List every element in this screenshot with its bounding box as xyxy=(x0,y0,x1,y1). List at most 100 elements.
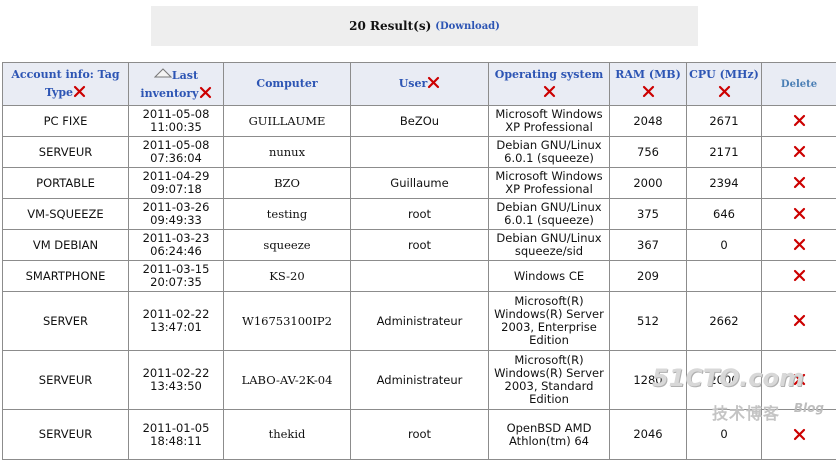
column-label-tag-type[interactable]: Account info: Tag Type xyxy=(11,68,119,99)
computer-link[interactable]: BZO xyxy=(274,176,300,190)
ram-cell: 2046 xyxy=(610,410,687,460)
column-label-ram[interactable]: RAM (MB) xyxy=(615,68,681,81)
last-inventory-cell: 2011-04-2909:07:18 xyxy=(129,168,224,199)
table-row: VM-SQUEEZE2011-03-2609:49:33testingrootD… xyxy=(3,199,836,230)
delete-icon[interactable] xyxy=(793,314,806,327)
computer-link[interactable]: W16753100IP2 xyxy=(242,314,332,328)
remove-column-icon[interactable] xyxy=(642,85,655,98)
delete-cell xyxy=(762,168,836,199)
remove-column-icon[interactable] xyxy=(199,86,212,99)
os-line: XP Professional xyxy=(505,182,593,196)
user-cell: Administrateur xyxy=(351,351,489,410)
tag-type-cell: PORTABLE xyxy=(3,168,129,199)
tag-type-cell: VM-SQUEEZE xyxy=(3,199,129,230)
os-line: 2003, Enterprise xyxy=(501,320,597,334)
computer-link[interactable]: testing xyxy=(267,207,307,221)
computer-cell: W16753100IP2 xyxy=(224,292,351,351)
delete-icon[interactable] xyxy=(793,428,806,441)
remove-column-icon[interactable] xyxy=(718,85,731,98)
user-value: Guillaume xyxy=(390,176,448,190)
column-label-computer[interactable]: Computer xyxy=(256,77,317,90)
remove-column-icon[interactable] xyxy=(427,76,440,89)
tag-type-value: SERVEUR xyxy=(39,145,92,159)
os-line: Debian GNU/Linux xyxy=(496,231,601,245)
os-cell: Microsoft WindowsXP Professional xyxy=(489,106,610,137)
os-line: 6.0.1 (squeeze) xyxy=(504,213,594,227)
column-header-cpu: CPU (MHz) xyxy=(687,63,762,106)
user-value: Administrateur xyxy=(377,314,463,328)
column-header-last-inventory: Last inventory xyxy=(129,63,224,106)
delete-icon[interactable] xyxy=(793,145,806,158)
os-line: Windows(R) Server xyxy=(494,307,604,321)
os-cell: Microsoft(R)Windows(R) Server2003, Enter… xyxy=(489,292,610,351)
tag-type-value: VM DEBIAN xyxy=(33,238,98,252)
delete-cell xyxy=(762,292,836,351)
inventory-time: 07:36:04 xyxy=(150,151,202,165)
tag-type-value: SMARTPHONE xyxy=(26,269,106,283)
last-inventory-cell: 2011-05-0807:36:04 xyxy=(129,137,224,168)
os-line: OpenBSD AMD xyxy=(507,421,592,435)
last-inventory-cell: 2011-02-2213:47:01 xyxy=(129,292,224,351)
os-line: 6.0.1 (squeeze) xyxy=(504,151,594,165)
delete-cell xyxy=(762,261,836,292)
delete-cell xyxy=(762,106,836,137)
computer-link[interactable]: LABO-AV-2K-04 xyxy=(242,373,333,387)
delete-icon[interactable] xyxy=(793,176,806,189)
tag-type-cell: SERVER xyxy=(3,292,129,351)
column-label-delete: Delete xyxy=(781,79,817,90)
tag-type-cell: SERVEUR xyxy=(3,137,129,168)
inventory-date: 2011-03-23 xyxy=(143,231,210,245)
remove-column-icon[interactable] xyxy=(543,85,556,98)
ram-value: 756 xyxy=(637,145,659,159)
delete-icon[interactable] xyxy=(793,114,806,127)
delete-icon[interactable] xyxy=(793,238,806,251)
column-header-operating-system: Operating system xyxy=(489,63,610,106)
inventory-date: 2011-01-05 xyxy=(143,421,210,435)
ram-cell: 756 xyxy=(610,137,687,168)
os-cell: Microsoft(R)Windows(R) Server2003, Stand… xyxy=(489,351,610,410)
ram-cell: 512 xyxy=(610,292,687,351)
table-row: SERVEUR 2011-05-0807:36:04 nunux Debian GNU… xyxy=(3,137,836,168)
cpu-cell xyxy=(687,261,762,292)
delete-cell xyxy=(762,137,836,168)
tag-type-cell: PC FIXE xyxy=(3,106,129,137)
delete-icon[interactable] xyxy=(793,207,806,220)
user-value: Administrateur xyxy=(377,373,463,387)
watermark-blog: Blog xyxy=(794,401,824,415)
cpu-value: 0 xyxy=(720,427,727,441)
table-row: VM DEBIAN2011-03-2306:24:46squeezerootDe… xyxy=(3,230,836,261)
computer-cell: nunux xyxy=(224,137,351,168)
os-cell: Debian GNU/Linux6.0.1 (squeeze) xyxy=(489,137,610,168)
delete-icon[interactable] xyxy=(793,269,806,282)
ram-cell: 2048 xyxy=(610,106,687,137)
column-label-cpu[interactable]: CPU (MHz) xyxy=(689,68,759,81)
user-cell xyxy=(351,261,489,292)
computer-link[interactable]: KS-20 xyxy=(269,269,304,283)
ram-value: 2046 xyxy=(633,427,662,441)
computer-link[interactable]: thekid xyxy=(269,427,306,441)
user-cell: Administrateur xyxy=(351,292,489,351)
inventory-date: 2011-02-22 xyxy=(143,307,210,321)
os-line: Microsoft(R) xyxy=(514,294,583,308)
inventory-date: 2011-02-22 xyxy=(143,366,210,380)
table-row: PORTABLE2011-04-2909:07:18BZOGuillaumeMi… xyxy=(3,168,836,199)
column-label-operating-system[interactable]: Operating system xyxy=(495,68,603,81)
watermark-subtitle: 技术博客 xyxy=(712,400,780,424)
column-header-delete: Delete xyxy=(762,63,836,106)
download-link[interactable]: (Download) xyxy=(435,21,500,32)
computer-link[interactable]: squeeze xyxy=(263,238,310,252)
user-cell: BeZOu xyxy=(351,106,489,137)
inventory-date: 2011-05-08 xyxy=(143,107,210,121)
os-line: Debian GNU/Linux xyxy=(496,138,601,152)
ram-cell: 2000 xyxy=(610,168,687,199)
sort-ascending-icon[interactable] xyxy=(154,66,172,76)
os-line: Windows(R) Server xyxy=(494,366,604,380)
os-line: Debian GNU/Linux xyxy=(496,200,601,214)
ram-value: 512 xyxy=(637,314,659,328)
column-label-user[interactable]: User xyxy=(399,77,428,90)
inventory-time: 06:24:46 xyxy=(150,244,202,258)
remove-column-icon[interactable] xyxy=(73,85,86,98)
column-header-tag-type: Account info: Tag Type xyxy=(3,63,129,106)
computer-link[interactable]: GUILLAUME xyxy=(249,114,326,128)
computer-link[interactable]: nunux xyxy=(269,145,305,159)
